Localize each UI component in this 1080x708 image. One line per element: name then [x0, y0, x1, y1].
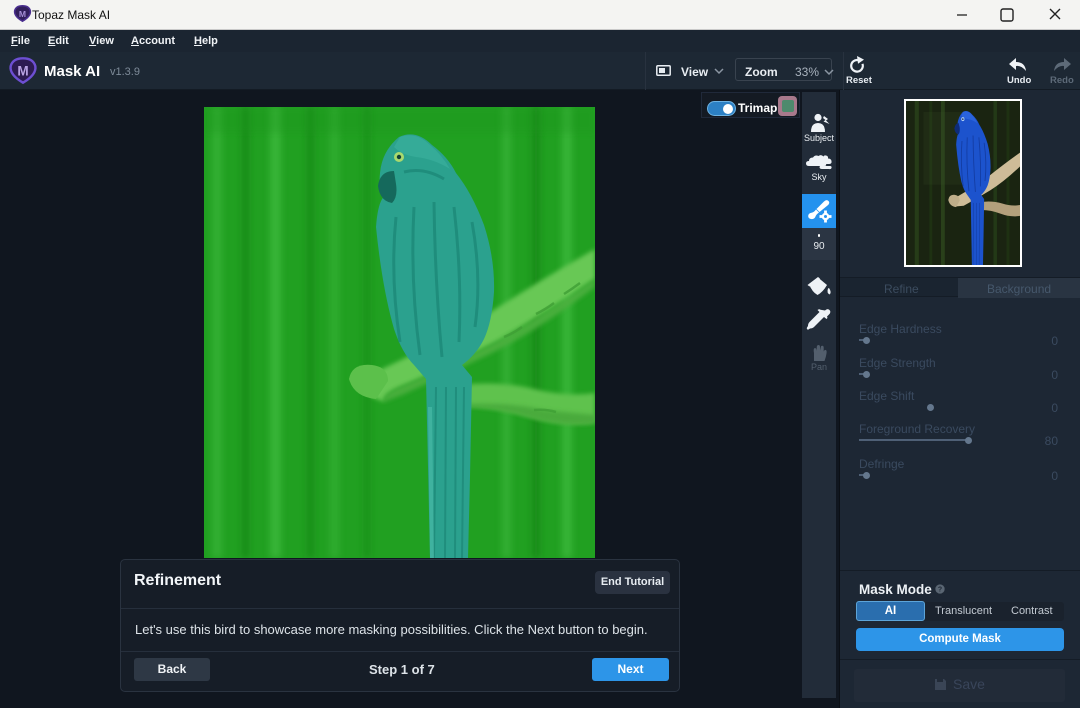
svg-text:M: M: [19, 9, 26, 19]
svg-text:?: ?: [938, 587, 942, 594]
svg-text:M: M: [17, 64, 28, 79]
